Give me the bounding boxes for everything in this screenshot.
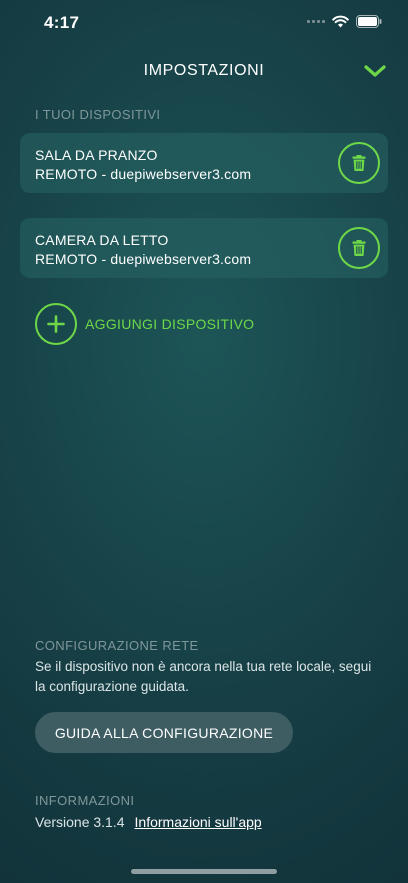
device-name: SALA DA PRANZO bbox=[35, 147, 158, 163]
add-device-button[interactable]: AGGIUNGI DISPOSITIVO bbox=[35, 302, 254, 346]
network-description: Se il dispositivo non è ancora nella tua… bbox=[35, 659, 372, 694]
device-server: REMOTO - duepiwebserver3.com bbox=[35, 166, 252, 182]
about-app-link[interactable]: Informazioni sull'app bbox=[135, 814, 262, 830]
trash-icon bbox=[352, 240, 366, 256]
add-device-label: AGGIUNGI DISPOSITIVO bbox=[85, 316, 255, 332]
device-name: CAMERA DA LETTO bbox=[35, 232, 169, 248]
trash-icon bbox=[352, 155, 366, 171]
setup-guide-button[interactable]: GUIDA ALLA CONFIGURAZIONE bbox=[35, 712, 293, 753]
chevron-down-icon bbox=[364, 65, 386, 77]
status-icons bbox=[307, 15, 382, 28]
info-section-label: INFORMAZIONI bbox=[35, 793, 135, 808]
device-server: REMOTO - duepiwebserver3.com bbox=[35, 251, 252, 267]
wifi-icon bbox=[332, 15, 349, 28]
info-row: Versione 3.1.4 Informazioni sull'app bbox=[35, 814, 262, 830]
delete-device-button[interactable] bbox=[338, 227, 380, 269]
header: IMPOSTAZIONI bbox=[0, 56, 408, 86]
device-card-camera-da-letto[interactable]: CAMERA DA LETTO REMOTO - duepiwebserver3… bbox=[20, 218, 388, 278]
plus-icon bbox=[35, 303, 77, 345]
page-title: IMPOSTAZIONI bbox=[143, 62, 265, 79]
home-indicator[interactable] bbox=[131, 869, 277, 874]
app-version: Versione 3.1.4 bbox=[35, 814, 125, 830]
collapse-button[interactable] bbox=[360, 56, 390, 86]
battery-icon bbox=[356, 15, 382, 28]
network-section-label: CONFIGURAZIONE RETE bbox=[35, 638, 199, 653]
status-time: 4:17 bbox=[44, 13, 80, 32]
device-card-sala-da-pranzo[interactable]: SALA DA PRANZO REMOTO - duepiwebserver3.… bbox=[20, 133, 388, 193]
delete-device-button[interactable] bbox=[338, 142, 380, 184]
status-bar: 4:17 bbox=[0, 0, 408, 46]
devices-section-label: I TUOI DISPOSITIVI bbox=[35, 107, 161, 122]
signal-icon bbox=[307, 20, 325, 23]
